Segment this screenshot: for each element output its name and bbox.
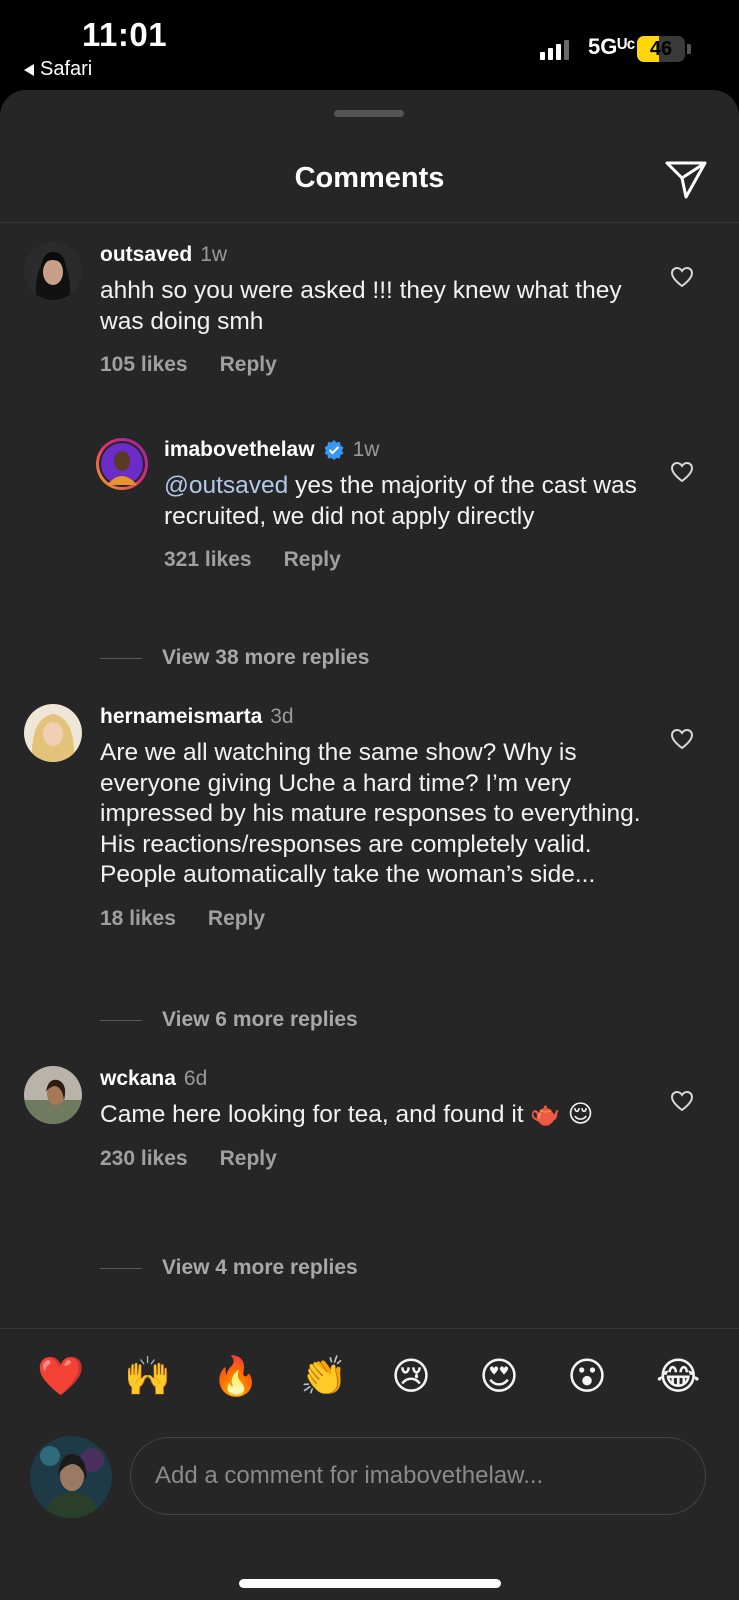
sheet-title: Comments bbox=[294, 162, 445, 194]
reply-button[interactable]: Reply bbox=[284, 548, 341, 572]
my-avatar bbox=[30, 1436, 112, 1518]
share-send-icon[interactable] bbox=[664, 158, 708, 200]
comment-text: Are we all watching the same show? Why i… bbox=[100, 739, 641, 888]
comment-username[interactable]: imabovethelaw bbox=[164, 438, 315, 462]
reply-button[interactable]: Reply bbox=[220, 1147, 277, 1171]
battery-icon: 46 bbox=[637, 36, 685, 62]
view-more-label: View 6 more replies bbox=[162, 1008, 358, 1031]
view-more-line bbox=[100, 1267, 142, 1269]
comment-likes[interactable]: 321 likes bbox=[164, 548, 252, 572]
comment-text: Came here looking for tea, and found it … bbox=[100, 1101, 594, 1128]
comment-username[interactable]: wckana bbox=[100, 1067, 176, 1091]
comment-likes[interactable]: 18 likes bbox=[100, 907, 176, 931]
emoji-raised-hands[interactable]: 🙌 bbox=[124, 1354, 171, 1398]
header-divider bbox=[0, 222, 739, 223]
back-arrow-icon bbox=[24, 63, 34, 76]
comment-text: @outsaved yes the majority of the cast w… bbox=[164, 471, 654, 532]
signal-icon bbox=[540, 40, 569, 60]
mention-link[interactable]: @outsaved bbox=[164, 472, 288, 499]
comment-username[interactable]: outsaved bbox=[100, 243, 192, 267]
network-type: 5Gᵁᶜ bbox=[588, 34, 636, 59]
comment-timestamp: 1w bbox=[352, 438, 380, 461]
comments-sheet: Comments outsaved 1w ahhh so you were as… bbox=[0, 90, 739, 1600]
view-more-line bbox=[100, 1019, 142, 1021]
avatar[interactable] bbox=[24, 704, 82, 762]
verified-badge-icon bbox=[323, 439, 345, 461]
comment-timestamp: 3d bbox=[270, 705, 294, 728]
emoji-fire[interactable]: 🔥 bbox=[212, 1354, 259, 1398]
emoji-heart-eyes[interactable]: 😍 bbox=[477, 1354, 521, 1398]
heart-icon[interactable] bbox=[670, 266, 694, 288]
status-time: 11:01 bbox=[82, 16, 168, 53]
reply-button[interactable]: Reply bbox=[208, 907, 265, 931]
heart-icon[interactable] bbox=[670, 461, 694, 483]
home-indicator[interactable] bbox=[239, 1579, 501, 1588]
view-more-label: View 4 more replies bbox=[162, 1256, 358, 1279]
comment-username[interactable]: hernameismarta bbox=[100, 705, 262, 729]
battery-tip bbox=[687, 44, 691, 54]
comment-body: wckana 6d Came here looking for tea, and… bbox=[100, 1064, 660, 1171]
battery-percent: 46 bbox=[649, 38, 673, 60]
avatar[interactable] bbox=[24, 1066, 82, 1124]
comment-likes[interactable]: 105 likes bbox=[100, 353, 188, 377]
emoji-heart[interactable]: ❤️ bbox=[37, 1354, 84, 1398]
view-more-label: View 38 more replies bbox=[162, 646, 370, 669]
comment-text: ahhh so you were asked !!! they knew wha… bbox=[100, 277, 622, 335]
comment-timestamp: 1w bbox=[200, 243, 228, 266]
avatar[interactable] bbox=[95, 437, 149, 491]
comment-body: imabovethelaw 1w @outsaved yes the major… bbox=[164, 435, 654, 572]
comment-body: hernameismarta 3d Are we all watching th… bbox=[100, 702, 660, 931]
view-more-replies[interactable]: View 4 more replies bbox=[100, 1256, 358, 1280]
heart-icon[interactable] bbox=[670, 1090, 694, 1112]
comment-timestamp: 6d bbox=[183, 1067, 208, 1090]
emoji-clap[interactable]: 👏 bbox=[300, 1354, 347, 1398]
heart-icon[interactable] bbox=[670, 728, 694, 750]
avatar[interactable] bbox=[24, 242, 82, 300]
view-more-replies[interactable]: View 6 more replies bbox=[100, 1008, 358, 1032]
comment-body: outsaved 1w ahhh so you were asked !!! t… bbox=[100, 240, 660, 377]
status-bar: 11:01 Safari 5Gᵁᶜ 46 bbox=[0, 0, 739, 90]
comment-likes[interactable]: 230 likes bbox=[100, 1147, 188, 1171]
emoji-reaction-bar: ❤️ 🙌 🔥 👏 😢 😍 😮 😂 bbox=[0, 1354, 739, 1404]
view-more-line bbox=[100, 657, 142, 659]
emoji-surprised[interactable]: 😮 bbox=[565, 1354, 609, 1398]
view-more-replies[interactable]: View 38 more replies bbox=[100, 646, 369, 670]
footer-divider bbox=[0, 1328, 739, 1329]
sheet-grabber[interactable] bbox=[334, 110, 404, 117]
emoji-crying[interactable]: 😢 bbox=[389, 1354, 433, 1398]
reply-button[interactable]: Reply bbox=[220, 353, 277, 377]
comment-input[interactable] bbox=[130, 1437, 706, 1515]
emoji-laughing[interactable]: 😂 bbox=[656, 1354, 700, 1398]
back-to-safari[interactable]: Safari bbox=[24, 58, 92, 81]
back-app-label: Safari bbox=[40, 58, 93, 80]
